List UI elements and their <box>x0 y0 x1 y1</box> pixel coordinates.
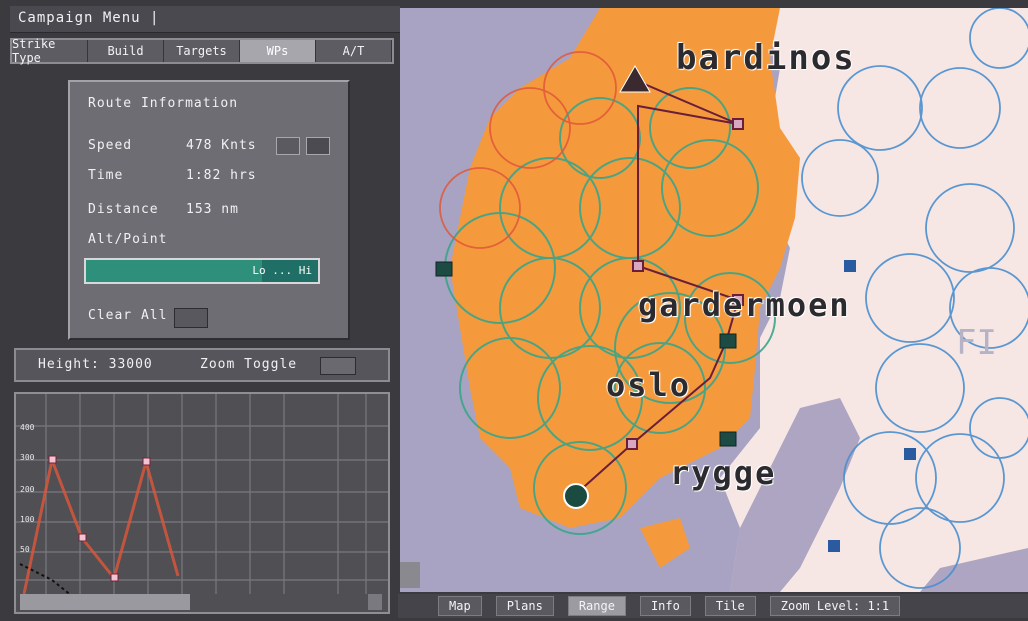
profile-ytick-200: 200 <box>20 485 35 494</box>
distance-label: Distance <box>88 202 159 217</box>
alt-point-label: Alt/Point <box>88 232 168 247</box>
profile-scrollbar[interactable] <box>20 594 190 610</box>
waypoint-marker[interactable] <box>626 438 638 450</box>
airbase-icon[interactable] <box>844 260 856 272</box>
map-edge-text: FI <box>956 323 997 363</box>
tile-button[interactable]: Tile <box>704 596 756 616</box>
waypoint-marker[interactable] <box>632 260 644 272</box>
start-point-icon[interactable] <box>563 483 589 509</box>
plans-button[interactable]: Plans <box>495 596 554 616</box>
route-info-panel: Route Information Speed 478 Knts Time 1:… <box>68 80 350 340</box>
profile-waypoint-marker[interactable] <box>142 457 151 466</box>
speed-decrease-button[interactable] <box>276 137 300 155</box>
map-scroll-left-button[interactable] <box>400 562 420 588</box>
altitude-slider-label: Lo ... Hi <box>252 264 312 277</box>
profile-waypoint-marker[interactable] <box>78 533 87 542</box>
profile-ytick-400: 400 <box>20 423 35 432</box>
profile-svg: 400 300 200 100 50 <box>16 394 388 612</box>
window-title: Campaign Menu | <box>18 10 160 26</box>
profile-waypoint-marker[interactable] <box>110 573 119 582</box>
tab-strike-type[interactable]: Strike Type <box>12 37 88 65</box>
profile-ytick-100: 100 <box>20 515 35 524</box>
distance-value: 153 nm <box>186 202 239 217</box>
map-label-gardermoen: gardermoen <box>638 286 851 324</box>
time-label: Time <box>88 168 124 183</box>
info-button[interactable]: Info <box>639 596 691 616</box>
zoom-toggle-button[interactable] <box>320 357 356 375</box>
profile-waypoint-marker[interactable] <box>48 455 57 464</box>
title-bar: Campaign Menu | <box>10 6 400 33</box>
airbase-icon[interactable] <box>435 261 453 277</box>
map-toolbar: Map Plans Range Info Tile Zoom Level: 1:… <box>398 594 1028 618</box>
profile-ytick-50: 50 <box>20 545 30 554</box>
speed-label: Speed <box>88 138 133 153</box>
time-value: 1:82 hrs <box>186 168 257 183</box>
clear-all-label: Clear All <box>88 308 168 323</box>
tab-waypoints[interactable]: WPs <box>240 40 316 62</box>
height-bar: Height: 33000 Zoom Toggle <box>14 348 390 382</box>
altitude-slider-fill <box>86 260 263 282</box>
tab-at[interactable]: A/T <box>316 40 392 62</box>
range-button[interactable]: Range <box>567 596 626 616</box>
altitude-slider[interactable]: Lo ... Hi <box>84 258 320 284</box>
waypoint-marker[interactable] <box>732 118 744 130</box>
theater-map[interactable]: FI bardinos gardermoen oslo rygge <box>400 8 1028 592</box>
profile-ytick-300: 300 <box>20 453 35 462</box>
airbase-icon[interactable] <box>719 431 737 447</box>
height-label: Height: 33000 <box>38 357 153 372</box>
zoom-toggle-label: Zoom Toggle <box>200 357 298 372</box>
zoom-level-button[interactable]: Zoom Level: 1:1 <box>769 596 901 616</box>
airbase-icon[interactable] <box>719 333 737 349</box>
game-screen: Campaign Menu | Strike Type Build Target… <box>0 0 1028 621</box>
map-label-oslo: oslo <box>606 366 692 404</box>
map-label-rygge: rygge <box>670 454 777 492</box>
campaign-tabs: Strike Type Build Targets WPs A/T <box>10 37 394 65</box>
route-info-heading: Route Information <box>88 96 239 111</box>
profile-scroll-right-button[interactable] <box>368 594 382 610</box>
speed-value: 478 Knts <box>186 138 257 153</box>
map-label-bardinos: bardinos <box>676 38 856 78</box>
altitude-profile-graph: 400 300 200 100 50 <box>14 392 390 614</box>
airbase-icon[interactable] <box>904 448 916 460</box>
speed-increase-button[interactable] <box>306 137 330 155</box>
tab-targets[interactable]: Targets <box>164 40 240 62</box>
map-button[interactable]: Map <box>438 596 482 616</box>
tab-build[interactable]: Build <box>88 40 164 62</box>
clear-all-button[interactable] <box>174 308 208 328</box>
airbase-icon[interactable] <box>828 540 840 552</box>
